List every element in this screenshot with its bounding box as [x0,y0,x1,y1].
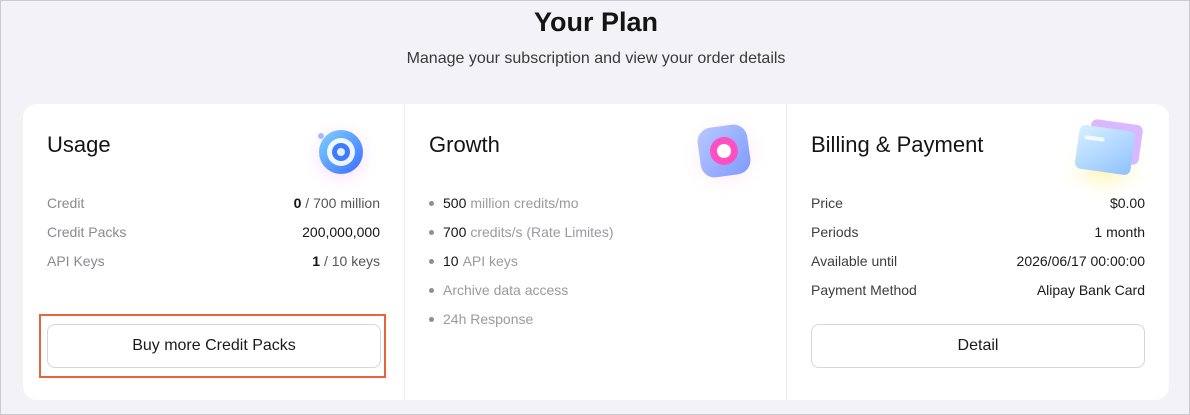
growth-bullet: 500 million credits/mo [429,193,579,213]
buy-credit-packs-button[interactable]: Buy more Credit Packs [47,324,381,368]
billing-title: Billing & Payment [811,132,984,157]
bullet-dot [429,316,434,322]
plan-card: Usage Credit 0 / 700 million Credit Pack… [23,104,1169,400]
detail-button[interactable]: Detail [811,324,1145,368]
growth-section: Growth 500 million credits/mo 700 credit… [404,104,786,400]
bullet-dot [429,287,434,293]
usage-title: Usage [47,132,111,157]
bullet-dot [429,229,434,235]
usage-row-label: API Keys [47,253,105,269]
growth-bullet: Archive data access [429,280,568,300]
usage-row-api-keys: API Keys 1 / 10 keys [47,251,380,271]
billing-row-value: 2026/06/17 00:00:00 [1016,253,1145,269]
billing-row-available-until: Available until 2026/06/17 00:00:00 [811,251,1145,271]
billing-row-label: Periods [811,224,859,240]
usage-row-credit-packs: Credit Packs 200,000,000 [47,222,380,242]
billing-row-label: Payment Method [811,282,917,298]
usage-row-value: 0 / 700 million [293,195,380,211]
growth-title: Growth [429,132,500,157]
billing-row-value: Alipay Bank Card [1036,282,1145,298]
bullet-dot [429,258,434,264]
usage-row-credit: Credit 0 / 700 million [47,193,380,213]
billing-row-label: Available until [811,253,898,269]
billing-section: Billing & Payment Price $0.00 Periods 1 … [786,104,1169,400]
growth-bullet: 24h Response [429,309,533,329]
usage-section: Usage Credit 0 / 700 million Credit Pack… [23,104,404,400]
target-ring-icon [301,116,381,196]
page-title: Your Plan [533,7,659,37]
growth-bullet: 700 credits/s (Rate Limites) [429,222,614,242]
usage-row-value: 200,000,000 [302,224,380,240]
bullet-dot [429,200,434,206]
page-subtitle: Manage your subscription and view your o… [406,50,786,67]
billing-row-value: 1 month [1094,224,1145,240]
page-frame: Your Plan Manage your subscription and v… [0,0,1190,415]
usage-row-label: Credit [47,195,85,211]
cards-icon [1059,119,1151,195]
usage-row-label: Credit Packs [47,224,127,240]
billing-row-periods: Periods 1 month [811,222,1145,242]
billing-row-price: Price $0.00 [811,193,1145,213]
billing-row-value: $0.00 [1109,195,1145,211]
growth-bullet: 10 API keys [429,251,518,271]
billing-row-payment-method: Payment Method Alipay Bank Card [811,280,1145,300]
growth-badge-icon [679,108,771,200]
billing-row-label: Price [811,195,843,211]
usage-row-value: 1 / 10 keys [312,253,380,269]
